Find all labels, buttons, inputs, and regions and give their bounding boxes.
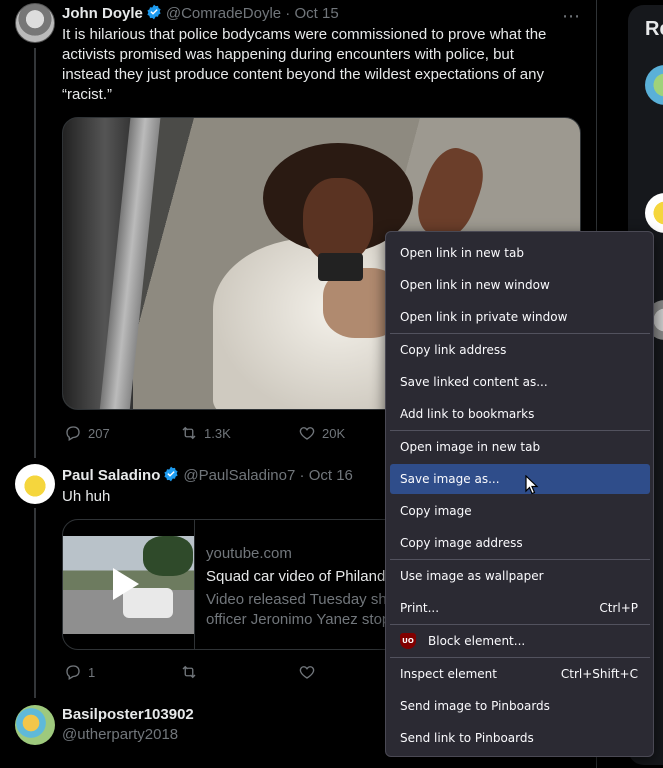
sidebar-heading: Re — [645, 18, 663, 40]
author-handle[interactable]: @utherparty2018 — [62, 726, 178, 743]
menu-item-save-linked-content[interactable]: Save linked content as... — [390, 367, 650, 397]
tweet-text-line: instead they just produce content beyond… — [62, 66, 544, 83]
play-icon — [113, 568, 139, 600]
menu-item-open-link-new-window[interactable]: Open link in new window — [390, 270, 650, 300]
menu-item-open-link-private-window[interactable]: Open link in private window — [390, 302, 650, 332]
menu-item-inspect-element[interactable]: Inspect element Ctrl+Shift+C — [390, 659, 650, 689]
mouse-cursor-icon — [525, 475, 539, 495]
verified-badge-icon — [147, 4, 161, 20]
menu-item-save-image-as[interactable]: Save image as... — [390, 464, 650, 494]
tweet-text-line: It is hilarious that police bodycams wer… — [62, 26, 547, 43]
card-thumbnail — [63, 536, 194, 634]
menu-item-add-link-bookmarks[interactable]: Add link to bookmarks — [390, 399, 650, 429]
tweet-date[interactable]: Oct 15 — [294, 5, 338, 22]
author-handle[interactable]: @ComradeDoyle — [166, 5, 281, 22]
author-handle[interactable]: @PaulSaladino7 — [183, 467, 295, 484]
menu-item-label: Copy image — [400, 504, 472, 518]
media-figure-face — [303, 178, 373, 263]
menu-item-label: Open image in new tab — [400, 440, 541, 454]
tweet-text: It is hilarious that police bodycams wer… — [62, 25, 582, 105]
menu-item-label: Copy image address — [400, 536, 523, 550]
more-options-icon[interactable]: ⋯ — [562, 6, 581, 27]
menu-item-label: Open link in new window — [400, 278, 550, 292]
reply-count: 207 — [88, 425, 110, 441]
menu-separator — [390, 657, 650, 658]
author-name[interactable]: John Doyle — [62, 5, 143, 22]
author-name[interactable]: Basilposter103902 — [62, 706, 194, 723]
menu-item-label: Inspect element — [400, 667, 497, 681]
thread-line — [34, 48, 36, 458]
menu-item-use-image-wallpaper[interactable]: Use image as wallpaper — [390, 561, 650, 591]
menu-item-send-image-pinboards[interactable]: Send image to Pinboards — [390, 691, 650, 721]
author-name[interactable]: Paul Saladino — [62, 467, 160, 484]
menu-item-label: Add link to bookmarks — [400, 407, 535, 421]
menu-item-copy-image-address[interactable]: Copy image address — [390, 528, 650, 558]
menu-item-print[interactable]: Print... Ctrl+P — [390, 593, 650, 623]
reply-count: 1 — [88, 664, 96, 680]
tweet-text-line: activists promised was happening during … — [62, 46, 514, 63]
menu-item-label: Open link in new tab — [400, 246, 524, 260]
menu-item-label: Block element... — [428, 634, 526, 648]
menu-item-open-link-new-tab[interactable]: Open link in new tab — [390, 238, 650, 268]
avatar[interactable] — [15, 3, 55, 43]
menu-item-copy-link-address[interactable]: Copy link address — [390, 335, 650, 365]
retweet-icon — [182, 665, 196, 679]
menu-item-label: Use image as wallpaper — [400, 569, 544, 583]
reply-icon — [66, 426, 80, 441]
menu-item-send-link-pinboards[interactable]: Send link to Pinboards — [390, 723, 650, 753]
verified-badge-icon — [164, 466, 178, 482]
menu-separator — [390, 430, 650, 431]
heart-icon — [299, 666, 315, 679]
separator-dot: · — [295, 467, 309, 484]
retweet-button[interactable] — [180, 663, 198, 681]
like-button[interactable]: 20K — [298, 424, 345, 442]
reply-button[interactable]: 207 — [64, 424, 110, 442]
menu-item-label: Print... — [400, 601, 440, 615]
retweet-button[interactable]: 1.3K — [180, 424, 231, 442]
thumbnail-tree — [143, 536, 193, 576]
reply-button[interactable]: 1 — [64, 663, 95, 681]
menu-item-label: Send image to Pinboards — [400, 699, 550, 713]
tweet-text-line: “racist.” — [62, 86, 112, 103]
separator-dot: · — [281, 5, 295, 22]
ublock-origin-icon: UO — [400, 633, 416, 649]
menu-separator — [390, 333, 650, 334]
like-button[interactable] — [298, 663, 316, 681]
menu-item-copy-image[interactable]: Copy image — [390, 496, 650, 526]
menu-separator — [390, 559, 650, 560]
menu-separator — [390, 624, 650, 625]
menu-item-label: Open link in private window — [400, 310, 568, 324]
card-domain: youtube.com — [206, 545, 292, 562]
tweet-header: John Doyle @ComradeDoyle · Oct 15 — [62, 4, 339, 23]
like-count: 20K — [322, 425, 346, 441]
card-divider — [194, 520, 195, 649]
thread-line — [34, 508, 36, 698]
menu-item-shortcut: Ctrl+P — [599, 601, 638, 615]
tweet-header: Paul Saladino @PaulSaladino7 · Oct 16 — [62, 466, 353, 485]
heart-icon — [299, 427, 315, 440]
media-figure-hand — [409, 141, 492, 245]
tweet-date[interactable]: Oct 16 — [309, 467, 353, 484]
avatar[interactable] — [15, 464, 55, 504]
menu-item-block-element[interactable]: UO Block element... — [390, 626, 650, 656]
menu-item-label: Save image as... — [400, 472, 500, 486]
retweet-count: 1.3K — [204, 425, 231, 441]
menu-item-shortcut: Ctrl+Shift+C — [560, 667, 638, 681]
menu-item-open-image-new-tab[interactable]: Open image in new tab — [390, 432, 650, 462]
menu-item-label: Copy link address — [400, 343, 507, 357]
media-officer-gun — [318, 253, 363, 281]
tweet-text: Uh huh — [62, 488, 111, 505]
context-menu: Open link in new tab Open link in new wi… — [385, 231, 654, 757]
menu-item-label: Save linked content as... — [400, 375, 548, 389]
reply-icon — [66, 665, 80, 680]
menu-item-label: Send link to Pinboards — [400, 731, 534, 745]
retweet-icon — [182, 426, 196, 440]
avatar[interactable] — [15, 705, 55, 745]
